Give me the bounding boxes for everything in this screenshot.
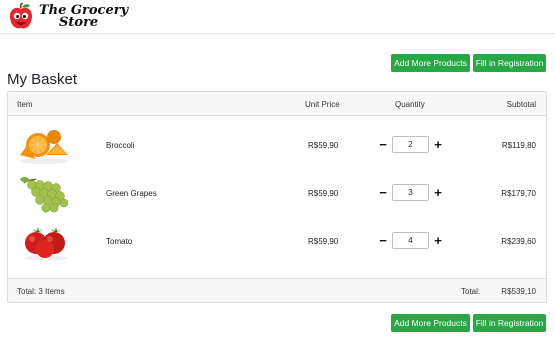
item-name: Broccoli [106, 141, 135, 150]
tomato-image [24, 227, 68, 261]
item-name: Green Grapes [106, 189, 157, 198]
total-value: R$539,10 [501, 287, 536, 296]
apple-mascot-icon [10, 3, 32, 29]
add-more-products-button-top[interactable]: Add More Products [391, 54, 470, 72]
increase-quantity-button[interactable]: + [430, 137, 446, 153]
header-quantity: Quantity [395, 100, 425, 109]
total-items: Total: 3 Items [17, 287, 65, 296]
table-row: Tomato R$59,90 − + R$239,60 [8, 217, 546, 265]
table-header: Item Unit Price Quantity Subtotal [8, 92, 546, 116]
navbar: The Grocery Store [0, 0, 555, 34]
unit-price: R$59,90 [308, 141, 339, 150]
decrease-quantity-button[interactable]: − [375, 185, 391, 201]
quantity-input[interactable] [392, 184, 429, 201]
total-label: Total: [461, 287, 481, 296]
orange-image [20, 130, 68, 164]
fill-in-registration-button-top[interactable]: Fill in Registration [473, 54, 546, 72]
brand-line-2: Store [59, 15, 99, 30]
add-more-products-button-bottom[interactable]: Add More Products [391, 314, 470, 332]
subtotal: R$119,80 [501, 141, 536, 150]
table-row: Broccoli R$59,90 − + R$119,80 [8, 121, 546, 169]
quantity-input[interactable] [392, 232, 429, 249]
decrease-quantity-button[interactable]: − [375, 233, 391, 249]
header-item: Item [17, 100, 33, 109]
table-footer: Total: 3 Items Total: R$539,10 [8, 278, 546, 302]
increase-quantity-button[interactable]: + [430, 233, 446, 249]
table-row: Green Grapes R$59,90 − + R$179,70 [8, 169, 546, 217]
decrease-quantity-button[interactable]: − [375, 137, 391, 153]
unit-price: R$59,90 [308, 237, 339, 246]
grapes-image [20, 176, 69, 213]
brand-name: The Grocery Store [39, 4, 128, 30]
subtotal: R$239,60 [501, 237, 536, 246]
basket-table: Item Unit Price Quantity Subtotal Brocco… [7, 91, 547, 303]
quantity-input[interactable] [392, 136, 429, 153]
increase-quantity-button[interactable]: + [430, 185, 446, 201]
page-title: My Basket [7, 71, 78, 88]
header-unit-price: Unit Price [305, 100, 340, 109]
item-name: Tomato [106, 237, 133, 246]
header-subtotal: Subtotal [506, 100, 536, 109]
unit-price: R$59,90 [308, 189, 339, 198]
logo[interactable]: The Grocery Store [8, 3, 128, 31]
fill-in-registration-button-bottom[interactable]: Fill in Registration [473, 314, 546, 332]
subtotal: R$179,70 [501, 189, 536, 198]
